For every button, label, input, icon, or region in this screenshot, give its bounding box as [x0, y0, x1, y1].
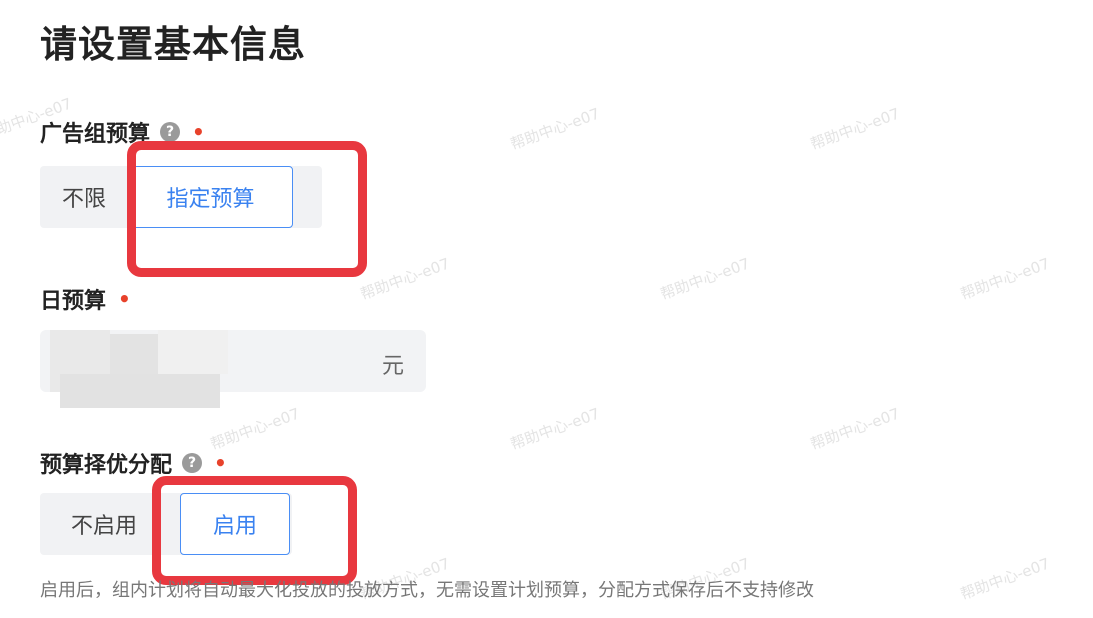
watermark: 帮助中心-e07 — [957, 254, 1053, 304]
question-circle-icon[interactable]: ? — [160, 122, 181, 142]
watermark: 帮助中心-e07 — [507, 104, 603, 154]
page-title: 请设置基本信息 — [40, 23, 306, 66]
question-circle-icon[interactable]: ? — [182, 453, 203, 473]
watermark: 帮助中心-e07 — [957, 554, 1053, 604]
watermark: 帮助中心-e07 — [357, 254, 453, 304]
watermark: 帮助中心-e07 — [507, 404, 603, 454]
required-mark: • — [214, 451, 227, 475]
required-mark: • — [118, 287, 131, 311]
budget-optimization-label-row: 预算择优分配 ? • — [40, 447, 227, 479]
option-disable[interactable]: 不启用 — [40, 508, 168, 540]
currency-unit: 元 — [381, 354, 404, 379]
daily-budget-input[interactable]: 元 — [40, 330, 426, 408]
watermark: 帮助中心-e07 — [657, 254, 753, 304]
option-unlimited[interactable]: 不限 — [40, 181, 128, 213]
redacted-block — [60, 374, 220, 408]
highlight-box — [152, 476, 357, 585]
highlight-box — [127, 141, 367, 277]
daily-budget-label: 日预算 — [40, 289, 107, 314]
daily-budget-label-row: 日预算 • — [40, 283, 131, 315]
budget-optimization-label: 预算择优分配 — [40, 453, 173, 478]
watermark: 帮助中心-e07 — [807, 104, 903, 154]
budget-optimization-hint: 启用后，组内计划将自动最大化投放的投放方式，无需设置计划预算，分配方式保存后不支… — [40, 580, 814, 601]
watermark: 帮助中心-e07 — [807, 404, 903, 454]
redacted-block — [158, 330, 228, 374]
